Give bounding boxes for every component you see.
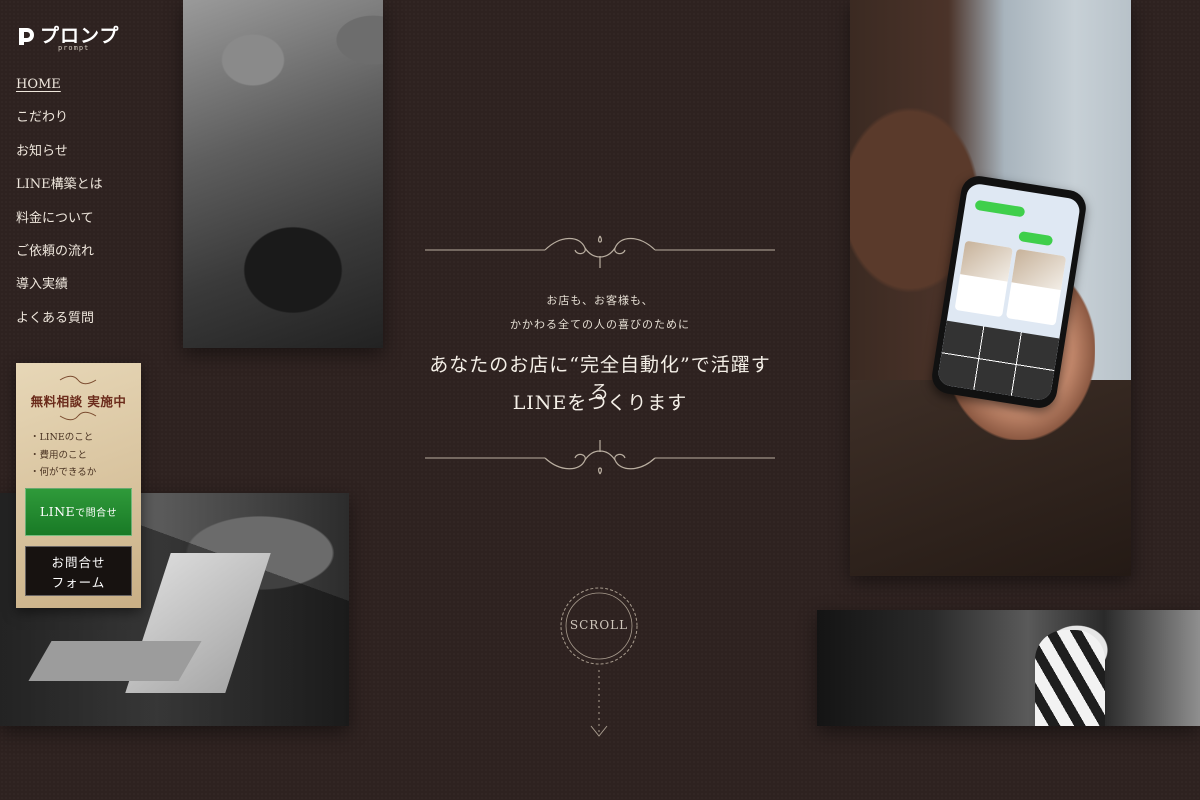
promo-list: ・LINEのこと ・費用のこと ・何ができるか [30, 429, 96, 482]
scroll-label: SCROLL [569, 618, 629, 632]
chat-bubble [1018, 230, 1054, 247]
chat-bubble [974, 199, 1026, 218]
nav-item-faq[interactable]: よくある質問 [16, 310, 103, 343]
form-button-line1: お問合せ [51, 555, 106, 570]
nav-label: こだわり [16, 110, 69, 126]
chat-card [1005, 248, 1067, 326]
promo-list-item: ・何ができるか [30, 467, 97, 478]
barber-pole-photo [817, 610, 1200, 726]
ornament-bottom-icon [425, 440, 775, 475]
chat-card [954, 240, 1013, 318]
laptop-base-shape [28, 641, 202, 681]
nav-item-kodawari[interactable]: こだわり [16, 109, 103, 142]
nav-item-about-line[interactable]: LINE構築とは [16, 176, 103, 209]
barber-pole-shape [1035, 630, 1105, 726]
rich-menu-grid [936, 320, 1060, 402]
hero-subtitle-2: かかわる全ての人の喜びのために [510, 318, 690, 331]
scroll-wreath-icon [560, 587, 638, 737]
haircut-photo [183, 0, 383, 348]
brand-logo[interactable]: プロンプ [16, 26, 119, 46]
nav-label: LINE構築とは [16, 177, 103, 193]
brand-sub: prompt [58, 44, 90, 52]
promo-ornament-icon [59, 411, 97, 421]
nav-item-works[interactable]: 導入実績 [16, 276, 103, 309]
nav-label: お知らせ [16, 143, 68, 159]
nav-item-news[interactable]: お知らせ [16, 143, 103, 176]
nav-label: HOME [16, 77, 61, 92]
nav-item-flow[interactable]: ご依頼の流れ [16, 243, 103, 276]
hero-headline-2: LINEをつくります [512, 392, 688, 414]
brand-name: プロンプ [40, 24, 120, 47]
hero-subtitle-1: お店も、お客様も、 [546, 294, 654, 307]
scroll-indicator[interactable]: SCROLL [555, 584, 643, 744]
promo-ornament-icon [59, 375, 97, 385]
form-button-line2: フォーム [51, 575, 106, 590]
nav-item-pricing[interactable]: 料金について [16, 210, 103, 243]
line-button-small: で問合せ [75, 508, 118, 519]
logo-mark-icon [19, 28, 34, 45]
main-nav: HOME こだわり お知らせ LINE構築とは 料金について ご依頼の流れ 導入… [16, 76, 103, 343]
consultation-card: 無料相談 実施中 ・LINEのこと ・費用のこと ・何ができるか LINEで問合… [16, 363, 141, 608]
nav-label: 料金について [16, 210, 94, 226]
nav-label: よくある質問 [16, 310, 95, 326]
line-contact-button[interactable]: LINEで問合せ [25, 488, 132, 536]
line-button-main: LINE [39, 504, 76, 519]
nav-label: ご依頼の流れ [16, 243, 95, 259]
smartphone-photo [850, 0, 1131, 576]
phone-screen [936, 182, 1082, 402]
promo-list-item: ・LINEのこと [30, 432, 94, 443]
ornament-top-icon [425, 235, 775, 268]
nav-label: 導入実績 [16, 277, 69, 293]
contact-form-button[interactable]: お問合せ フォーム [25, 546, 132, 596]
promo-title: 無料相談 実施中 [30, 394, 127, 409]
nav-item-home[interactable]: HOME [16, 76, 103, 109]
promo-list-item: ・費用のこと [30, 449, 88, 461]
